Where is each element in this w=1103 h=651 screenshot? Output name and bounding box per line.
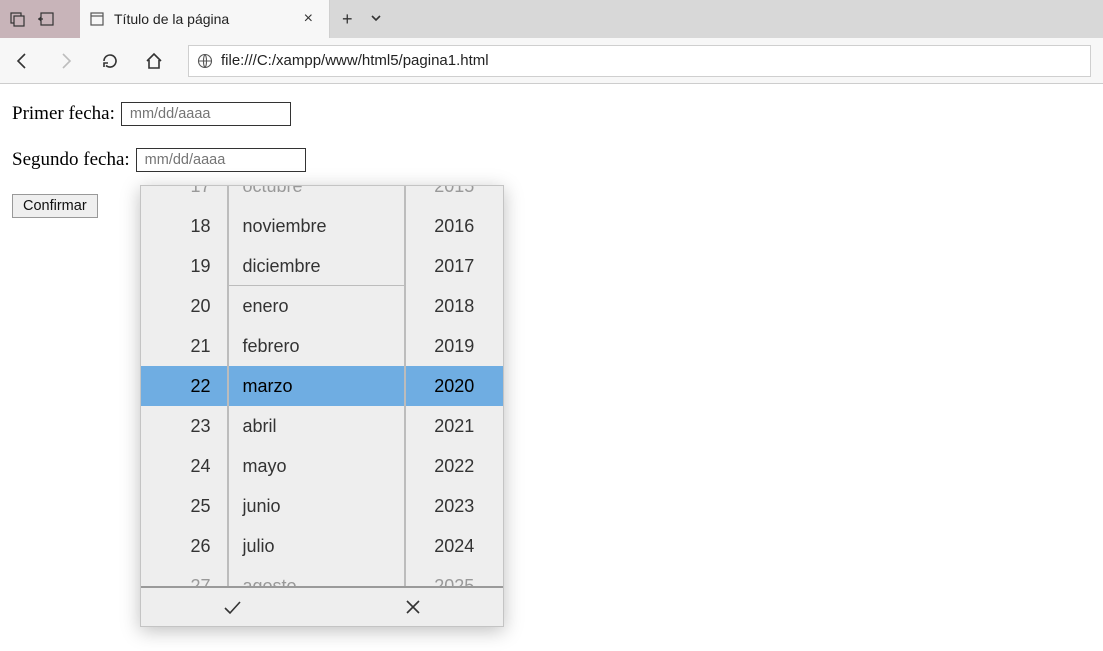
home-button[interactable] xyxy=(144,51,164,71)
year-option[interactable]: 2017 xyxy=(406,246,503,286)
year-option[interactable]: 2022 xyxy=(406,446,503,486)
titlebar-right: + xyxy=(330,0,383,38)
page-content: Primer fecha: Segundo fecha: Confirmar 1… xyxy=(0,84,1103,230)
month-option[interactable]: enero xyxy=(229,286,404,326)
browser-titlebar: Título de la página × + xyxy=(0,0,1103,38)
year-option[interactable]: 2024 xyxy=(406,526,503,566)
second-date-row: Segundo fecha: xyxy=(12,148,1091,172)
second-date-input[interactable] xyxy=(136,148,306,172)
day-option[interactable]: 22 xyxy=(141,366,227,406)
tab-dropdown-button[interactable] xyxy=(369,9,383,30)
first-date-input[interactable] xyxy=(121,102,291,126)
globe-icon xyxy=(197,53,213,69)
address-bar[interactable]: file:///C:/xampp/www/html5/pagina1.html xyxy=(188,45,1091,77)
year-option[interactable]: 2016 xyxy=(406,206,503,246)
day-option[interactable]: 24 xyxy=(141,446,227,486)
year-option[interactable]: 2018 xyxy=(406,286,503,326)
url-text: file:///C:/xampp/www/html5/pagina1.html xyxy=(221,52,489,69)
year-option[interactable]: 2025 xyxy=(406,566,503,586)
back-button[interactable] xyxy=(12,51,32,71)
year-column[interactable]: 2015201620172018201920202021202220232024… xyxy=(406,186,503,586)
day-option[interactable]: 21 xyxy=(141,326,227,366)
month-option[interactable]: noviembre xyxy=(229,206,404,246)
page-icon xyxy=(90,12,104,26)
day-option[interactable]: 23 xyxy=(141,406,227,446)
confirm-button[interactable]: Confirmar xyxy=(12,194,98,218)
year-option[interactable]: 2023 xyxy=(406,486,503,526)
year-option[interactable]: 2021 xyxy=(406,406,503,446)
tabs-aside-icon[interactable] xyxy=(10,11,26,27)
month-option[interactable]: agosto xyxy=(229,566,404,586)
date-picker: 1718192021222324252627 octubrenoviembred… xyxy=(140,185,504,627)
month-column[interactable]: octubrenoviembrediciembreenerofebreromar… xyxy=(229,186,406,586)
month-option[interactable]: octubre xyxy=(229,186,404,206)
month-option[interactable]: marzo xyxy=(229,366,404,406)
day-option[interactable]: 27 xyxy=(141,566,227,586)
browser-tab[interactable]: Título de la página × xyxy=(80,0,330,38)
month-option[interactable]: febrero xyxy=(229,326,404,366)
first-date-row: Primer fecha: xyxy=(12,102,1091,126)
forward-button[interactable] xyxy=(56,51,76,71)
year-option[interactable]: 2019 xyxy=(406,326,503,366)
picker-actions xyxy=(141,586,503,626)
month-option[interactable]: junio xyxy=(229,486,404,526)
picker-cancel-button[interactable] xyxy=(322,588,503,626)
picker-accept-button[interactable] xyxy=(141,588,322,626)
month-option[interactable]: abril xyxy=(229,406,404,446)
month-option[interactable]: julio xyxy=(229,526,404,566)
refresh-button[interactable] xyxy=(100,51,120,71)
day-option[interactable]: 25 xyxy=(141,486,227,526)
set-tabs-aside-icon[interactable] xyxy=(38,11,54,27)
day-option[interactable]: 17 xyxy=(141,186,227,206)
day-option[interactable]: 19 xyxy=(141,246,227,286)
day-option[interactable]: 26 xyxy=(141,526,227,566)
month-option[interactable]: mayo xyxy=(229,446,404,486)
year-option[interactable]: 2020 xyxy=(406,366,503,406)
titlebar-left xyxy=(0,0,80,38)
tab-title: Título de la página xyxy=(114,11,290,27)
new-tab-button[interactable]: + xyxy=(342,9,353,30)
day-column[interactable]: 1718192021222324252627 xyxy=(141,186,229,586)
year-option[interactable]: 2015 xyxy=(406,186,503,206)
tab-close-button[interactable]: × xyxy=(300,8,317,30)
day-option[interactable]: 18 xyxy=(141,206,227,246)
first-date-label: Primer fecha: xyxy=(12,103,115,125)
browser-toolbar: file:///C:/xampp/www/html5/pagina1.html xyxy=(0,38,1103,84)
month-option[interactable]: diciembre xyxy=(229,246,404,286)
picker-columns: 1718192021222324252627 octubrenoviembred… xyxy=(141,186,503,586)
day-option[interactable]: 20 xyxy=(141,286,227,326)
second-date-label: Segundo fecha: xyxy=(12,149,130,171)
